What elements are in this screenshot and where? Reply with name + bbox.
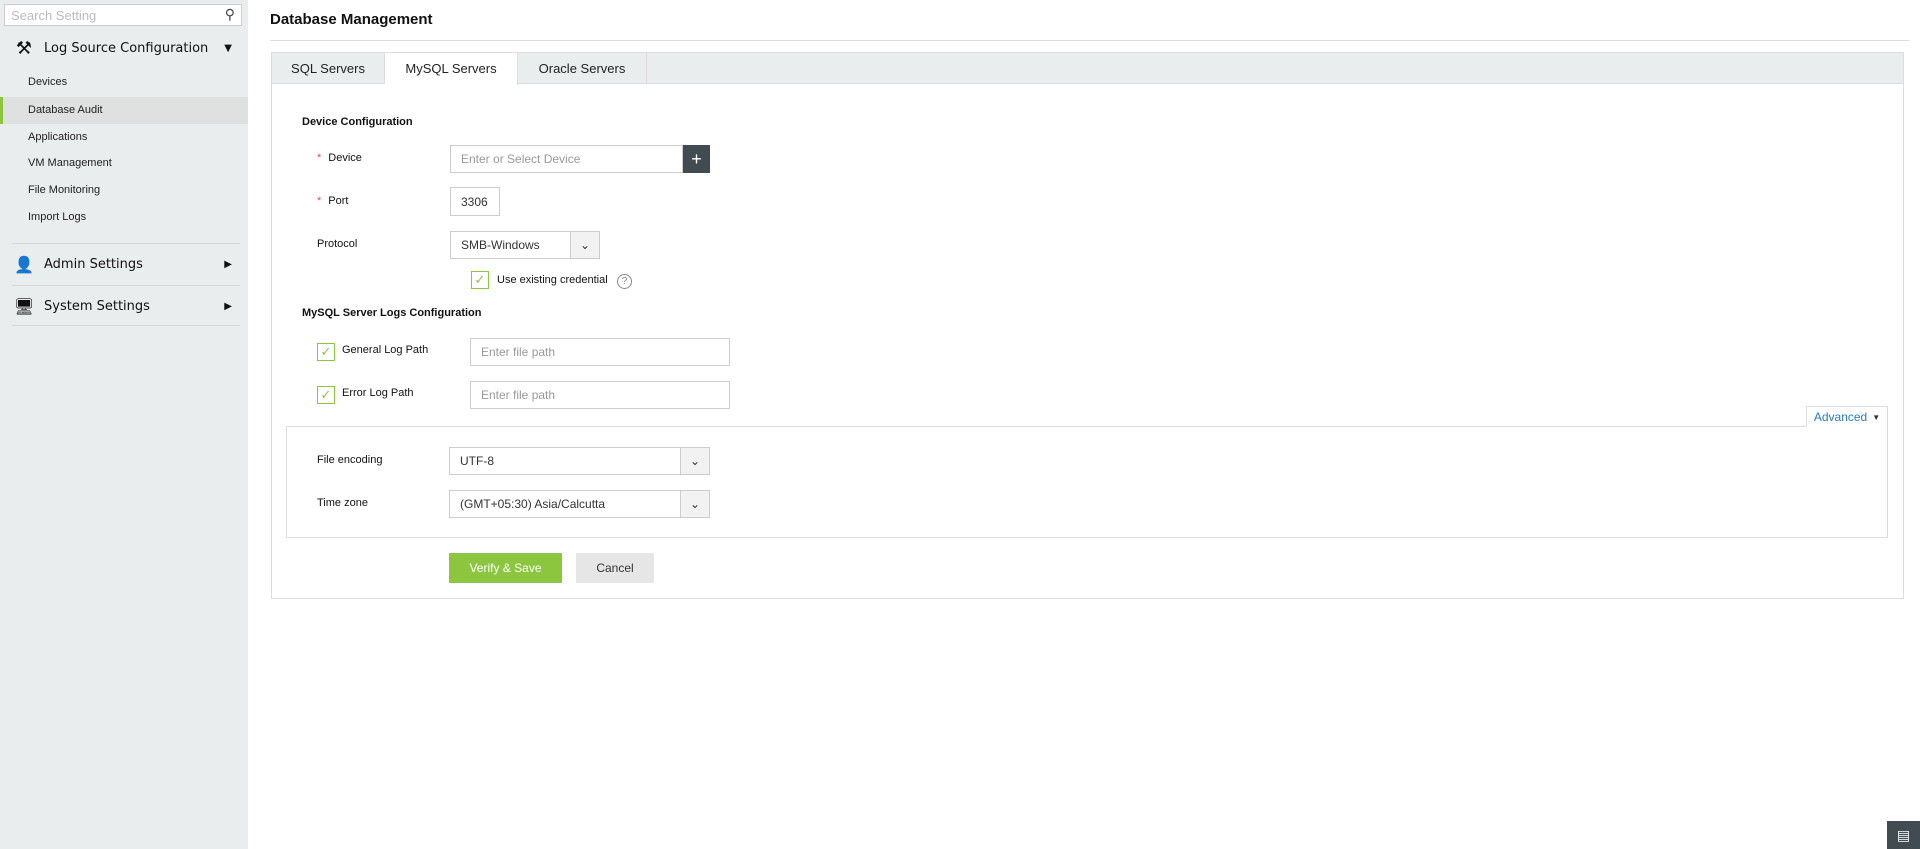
caret-down-icon: ▼ <box>1872 412 1881 422</box>
general-log-path-input[interactable]: Enter file path <box>470 338 730 366</box>
label-text: Device <box>328 152 362 164</box>
sidebar-section-system-settings[interactable]: 🖥 System Settings ▶ <box>0 291 248 321</box>
time-zone-select[interactable]: (GMT+05:30) Asia/Calcutta ⌄ <box>449 490 710 518</box>
verify-save-button[interactable]: Verify & Save <box>449 553 562 583</box>
chevron-down-icon[interactable]: ⌄ <box>570 232 599 258</box>
sidebar-section-admin-settings[interactable]: 👤 Admin Settings ▶ <box>0 249 248 279</box>
value: SMB-Windows <box>461 238 540 252</box>
general-log-label: General Log Path <box>342 344 429 356</box>
value: (GMT+05:30) Asia/Calcutta <box>460 497 606 511</box>
port-label: * Port <box>317 195 348 207</box>
plus-icon: + <box>691 148 702 169</box>
placeholder: Enter file path <box>481 388 556 402</box>
divider <box>12 325 240 326</box>
device-input[interactable]: Enter or Select Device <box>450 145 683 173</box>
caret-down-icon: ▼ <box>224 42 232 54</box>
placeholder: Enter file path <box>481 345 556 359</box>
chevron-down-icon[interactable]: ⌄ <box>680 491 709 517</box>
port-input[interactable]: 3306 <box>450 187 500 216</box>
logs-config-heading: MySQL Server Logs Configuration <box>302 307 482 319</box>
divider <box>12 285 240 286</box>
placeholder: Enter or Select Device <box>461 152 581 166</box>
section-label: System Settings <box>44 298 150 314</box>
protocol-select[interactable]: SMB-Windows ⌄ <box>450 231 600 259</box>
search-icon[interactable]: ⚲ <box>225 6 235 23</box>
search-box[interactable]: ⚲ <box>4 4 242 26</box>
chat-icon[interactable]: ▤ <box>1887 821 1920 849</box>
tab-sql-servers[interactable]: SQL Servers <box>272 53 385 84</box>
sidebar-item-vm-management[interactable]: VM Management <box>0 150 248 177</box>
admin-user-gear-icon: 👤 <box>14 254 34 274</box>
label-text: Port <box>328 195 349 207</box>
tools-icon: ⚒ <box>15 37 33 59</box>
file-encoding-label: File encoding <box>317 454 383 466</box>
error-log-label: Error Log Path <box>342 387 414 399</box>
error-log-path-input[interactable]: Enter file path <box>470 381 730 409</box>
required-mark: * <box>317 152 322 164</box>
advanced-toggle[interactable]: Advanced ▼ <box>1806 406 1888 427</box>
device-config-heading: Device Configuration <box>302 116 413 128</box>
sidebar-item-file-monitoring[interactable]: File Monitoring <box>0 177 248 204</box>
value: UTF-8 <box>460 454 494 468</box>
file-encoding-select[interactable]: UTF-8 ⌄ <box>449 447 710 475</box>
caret-right-icon: ▶ <box>224 258 232 270</box>
chevron-down-icon[interactable]: ⌄ <box>680 448 709 474</box>
check-icon: ✓ <box>320 344 332 359</box>
sidebar-item-devices[interactable]: Devices <box>0 69 248 96</box>
section-label: Log Source Configuration <box>44 40 209 56</box>
required-mark: * <box>317 195 322 207</box>
sidebar: ⚲ ⚒ Log Source Configuration ▼ Devices D… <box>0 0 248 849</box>
label: Advanced <box>1813 410 1868 424</box>
sidebar-section-log-source[interactable]: ⚒ Log Source Configuration ▼ <box>0 33 248 63</box>
time-zone-label: Time zone <box>317 497 368 509</box>
page-title: Database Management <box>270 11 433 28</box>
divider <box>12 243 240 244</box>
use-existing-credential-label: Use existing credential <box>497 274 608 286</box>
sidebar-item-applications[interactable]: Applications <box>0 124 248 151</box>
check-icon: ✓ <box>474 272 486 287</box>
general-log-checkbox[interactable]: ✓ <box>317 343 335 361</box>
protocol-label: Protocol <box>317 238 358 250</box>
use-existing-credential-checkbox[interactable]: ✓ <box>471 271 489 289</box>
section-label: Admin Settings <box>44 256 143 272</box>
tab-oracle-servers[interactable]: Oracle Servers <box>518 53 647 84</box>
value: 3306 <box>461 194 488 209</box>
search-input[interactable] <box>5 5 205 25</box>
monitor-gear-icon: 🖥 <box>13 296 35 316</box>
cancel-button[interactable]: Cancel <box>576 553 654 583</box>
device-label: * Device <box>317 152 362 164</box>
sidebar-item-import-logs[interactable]: Import Logs <box>0 204 248 231</box>
add-device-button[interactable]: + <box>683 145 710 173</box>
tab-mysql-servers[interactable]: MySQL Servers <box>385 53 518 85</box>
caret-right-icon: ▶ <box>224 300 232 312</box>
sidebar-item-database-audit[interactable]: Database Audit <box>0 97 248 124</box>
help-icon[interactable]: ? <box>617 274 632 289</box>
check-icon: ✓ <box>320 387 332 402</box>
divider <box>270 40 1910 41</box>
error-log-checkbox[interactable]: ✓ <box>317 386 335 404</box>
advanced-section <box>286 426 1888 538</box>
